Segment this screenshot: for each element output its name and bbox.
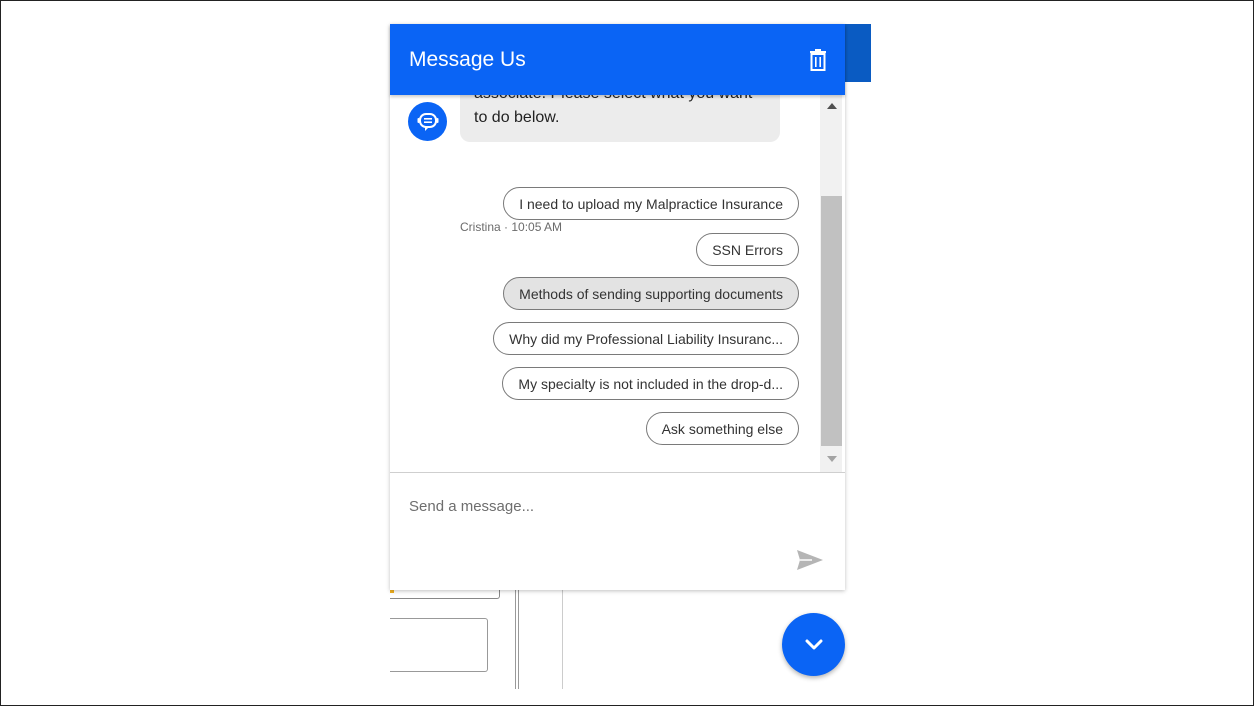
message-composer: [390, 472, 845, 590]
quick-reply-button[interactable]: Why did my Professional Liability Insura…: [493, 322, 799, 355]
message-list[interactable]: associate. Please select what you want t…: [390, 95, 845, 472]
page-frame: Message Us to do below. Cristina · 10:05…: [0, 0, 1254, 706]
chat-bot-icon: [408, 102, 447, 141]
quick-reply-button[interactable]: I need to upload my Malpractice Insuranc…: [503, 187, 799, 220]
background-divider: [515, 589, 519, 689]
message-input[interactable]: [409, 493, 799, 519]
scroll-up-arrow-icon[interactable]: [827, 103, 837, 109]
background-card-fragment: [390, 589, 500, 599]
background-input-fragment: [390, 618, 488, 672]
quick-reply-button[interactable]: My specialty is not included in the drop…: [502, 367, 799, 400]
send-icon[interactable]: [796, 549, 824, 571]
chat-widget: Message Us to do below. Cristina · 10:05…: [390, 24, 845, 590]
quick-reply-button[interactable]: Methods of sending supporting documents: [503, 277, 799, 310]
bot-message-bubble: associate. Please select what you want t…: [460, 95, 780, 142]
message-meta: Cristina · 10:05 AM: [460, 220, 563, 234]
chat-header: Message Us: [390, 24, 845, 95]
quick-reply-button[interactable]: Ask something else: [645, 412, 799, 445]
chat-title: Message Us: [409, 47, 526, 71]
scroll-down-arrow-icon[interactable]: [827, 456, 837, 462]
chevron-down-icon: [805, 639, 822, 649]
trash-icon[interactable]: [809, 48, 827, 71]
background-divider: [562, 589, 563, 689]
quick-reply-button[interactable]: SSN Errors: [696, 233, 799, 266]
bot-message-line: to do below.: [474, 109, 560, 126]
minimize-chat-button[interactable]: [782, 613, 845, 676]
scrollbar-thumb[interactable]: [821, 196, 842, 446]
bot-message-line: associate. Please select what you want: [474, 95, 752, 105]
